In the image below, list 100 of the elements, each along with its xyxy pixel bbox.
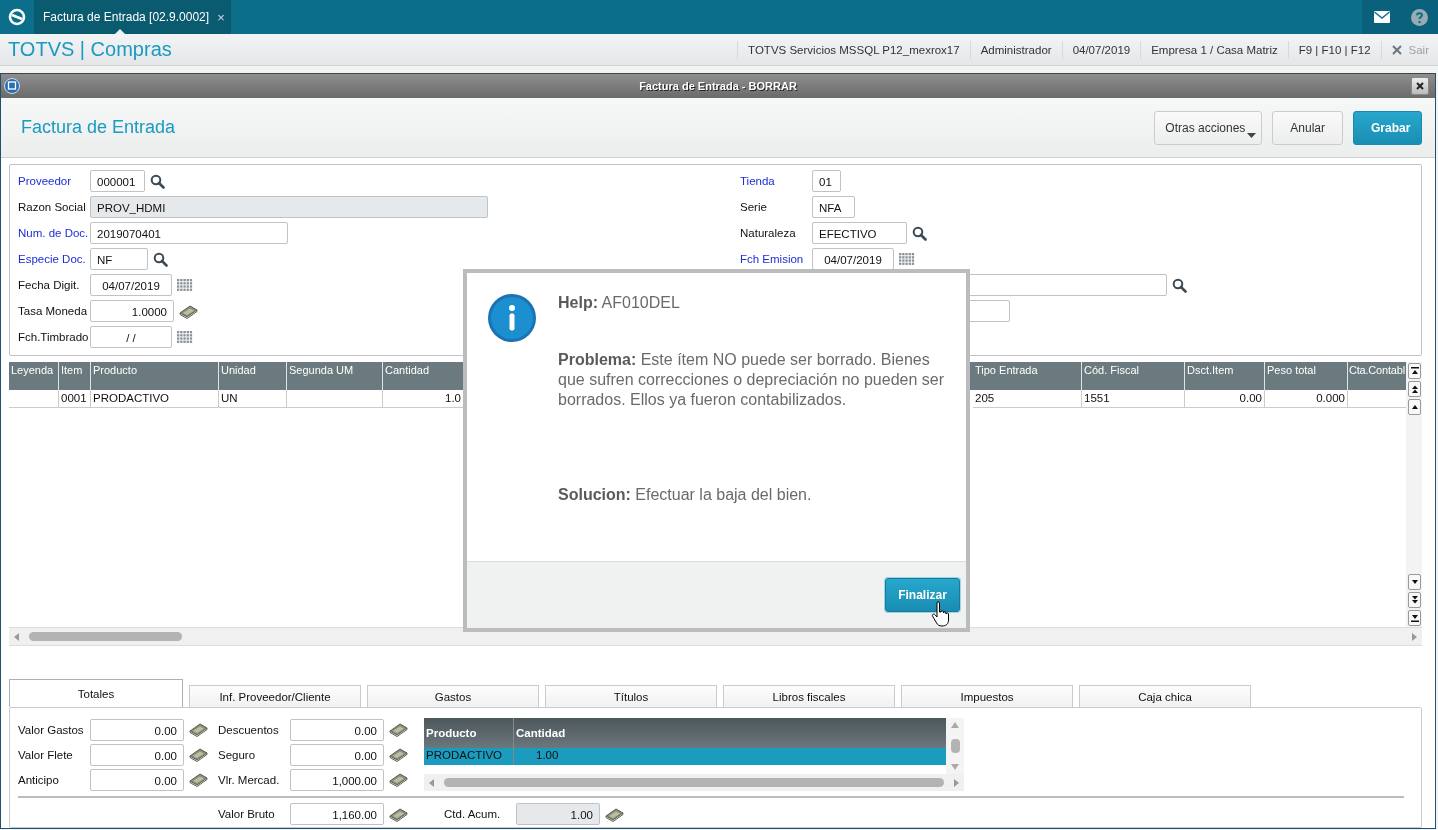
field-label: Serie	[740, 201, 768, 213]
scroll-thumb[interactable]	[950, 739, 960, 753]
close-icon	[1416, 82, 1424, 90]
calendar-icon[interactable]	[899, 252, 915, 266]
input-field[interactable]: EFECTIVO	[812, 222, 907, 244]
field-label: Fch Emision	[740, 253, 805, 265]
column-header[interactable]: Cta.Contabl	[1348, 362, 1406, 390]
input-field[interactable]: 1.0000	[90, 300, 174, 322]
tab[interactable]: Gastos	[367, 685, 539, 707]
field-label: Especie Doc.	[18, 253, 87, 265]
field-label: Valor Gastos	[18, 723, 85, 736]
input-field[interactable]: 0.00	[290, 718, 384, 741]
input-field[interactable]: 1.00	[516, 803, 600, 825]
mail-button[interactable]	[1362, 0, 1400, 34]
close-icon[interactable]: ×	[217, 9, 225, 25]
input-field[interactable]: 0.00	[90, 718, 184, 741]
field-label: Valor Flete	[18, 748, 74, 761]
page-up-icon[interactable]	[1409, 384, 1420, 394]
field-label: Fecha Digit.	[18, 279, 81, 291]
money-icon[interactable]	[189, 722, 208, 737]
scroll-thumb[interactable]	[444, 778, 944, 787]
menu-button[interactable]: Otras acciones	[1154, 110, 1263, 145]
input-field[interactable]: 000001	[90, 170, 145, 192]
money-icon[interactable]	[389, 772, 408, 787]
input-field[interactable]: 2019070401	[90, 222, 288, 244]
tab[interactable]: Totales	[9, 679, 183, 707]
page-heading: Factura de Entrada	[21, 117, 176, 138]
field-label: Valor Bruto	[218, 808, 276, 820]
money-icon[interactable]	[389, 806, 408, 822]
search-icon[interactable]	[912, 225, 927, 241]
scroll-top-icon[interactable]	[1409, 366, 1420, 376]
close-icon	[1391, 44, 1402, 55]
app-title: TOTVS | Compras	[7, 38, 172, 61]
input-field[interactable]: NFA	[812, 196, 855, 218]
input-field[interactable]: / /	[90, 326, 172, 348]
field-label: Seguro	[218, 748, 257, 761]
help-button[interactable]	[1400, 0, 1438, 34]
scrollbar[interactable]	[946, 718, 964, 774]
calendar-icon[interactable]	[177, 278, 193, 292]
input-field[interactable]: 04/07/2019	[90, 274, 172, 296]
column-header[interactable]: Segunda UM	[287, 362, 383, 390]
table-cell: PRODACTIVO	[91, 390, 219, 408]
tab[interactable]: Títulos	[545, 685, 717, 707]
input-field[interactable]: 01	[812, 170, 841, 192]
column-header[interactable]: Dsct.Item	[1185, 362, 1265, 390]
money-icon[interactable]	[389, 722, 408, 737]
tab-label[interactable]: Factura de Entrada [02.9.0002]	[43, 10, 210, 24]
header-info: F9 | F10 | F12	[1287, 40, 1381, 59]
column-header[interactable]: Cód. Fiscal	[1082, 362, 1185, 390]
search-icon[interactable]	[150, 173, 165, 189]
table-cell-text: 1.00	[535, 748, 560, 763]
cancel-button[interactable]: Anular	[1272, 110, 1343, 145]
input-field[interactable]: 1,000.00	[290, 768, 384, 791]
table-cell: 0.000	[1265, 390, 1348, 408]
tab[interactable]: Inf. Proveedor/Cliente	[189, 685, 361, 707]
tab[interactable]: Impuestos	[901, 685, 1073, 707]
table-cell: 0001	[59, 390, 91, 408]
column-header[interactable]: Cantidad	[514, 718, 946, 748]
money-icon[interactable]	[179, 303, 198, 319]
search-icon[interactable]	[1172, 277, 1187, 293]
column-header[interactable]: Item	[59, 362, 91, 390]
input-field[interactable]: 0.00	[90, 743, 184, 766]
money-icon[interactable]	[189, 772, 208, 787]
scroll-bottom-icon[interactable]	[1409, 613, 1420, 623]
column-header[interactable]: Producto	[91, 362, 219, 390]
field-label: Tienda	[740, 175, 776, 187]
dialog-title: Help: AF010DEL	[558, 293, 681, 313]
field-label: Anticipo	[18, 773, 60, 786]
money-icon[interactable]	[389, 747, 408, 762]
table-cell: 1551	[1082, 390, 1185, 408]
header-info: 04/07/2019	[1061, 40, 1141, 59]
mail-icon	[1373, 11, 1390, 23]
money-icon[interactable]	[605, 806, 624, 822]
field-label: Ctd. Acum.	[444, 808, 502, 820]
input-field[interactable]: 0.00	[90, 768, 184, 791]
search-icon[interactable]	[153, 251, 168, 267]
field-label: Naturaleza	[740, 227, 797, 239]
table-cell: 0.00	[1185, 390, 1265, 408]
tab[interactable]: Libros fiscales	[723, 685, 895, 707]
app-tab[interactable]: Factura de Entrada [02.9.0002] ×	[34, 0, 231, 34]
scrollbar[interactable]	[1406, 362, 1422, 627]
column-header[interactable]: Leyenda	[9, 362, 59, 390]
header-info: Administrador	[969, 40, 1062, 59]
input-field[interactable]: PROV_HDMI	[90, 196, 488, 218]
calendar-icon[interactable]	[177, 330, 193, 344]
input-field[interactable]: NF	[90, 248, 148, 270]
money-icon[interactable]	[189, 747, 208, 762]
input-field[interactable]: 04/07/2019	[812, 248, 894, 270]
column-header[interactable]: Tipo Entrada	[973, 362, 1082, 390]
input-field[interactable]: 0.00	[290, 743, 384, 766]
page-down-icon[interactable]	[1409, 595, 1420, 605]
scrollbar[interactable]	[424, 774, 964, 791]
tab[interactable]: Caja chica	[1079, 685, 1251, 707]
column-header[interactable]: Unidad	[219, 362, 287, 390]
table-row[interactable]: PRODACTIVO 1.00	[424, 748, 946, 765]
input-field[interactable]: 1,160.00	[290, 803, 384, 825]
column-header[interactable]: Peso total	[1265, 362, 1348, 390]
close-button[interactable]	[1411, 77, 1429, 95]
column-header[interactable]: Cantidad	[383, 362, 464, 390]
scroll-thumb[interactable]	[29, 632, 182, 641]
